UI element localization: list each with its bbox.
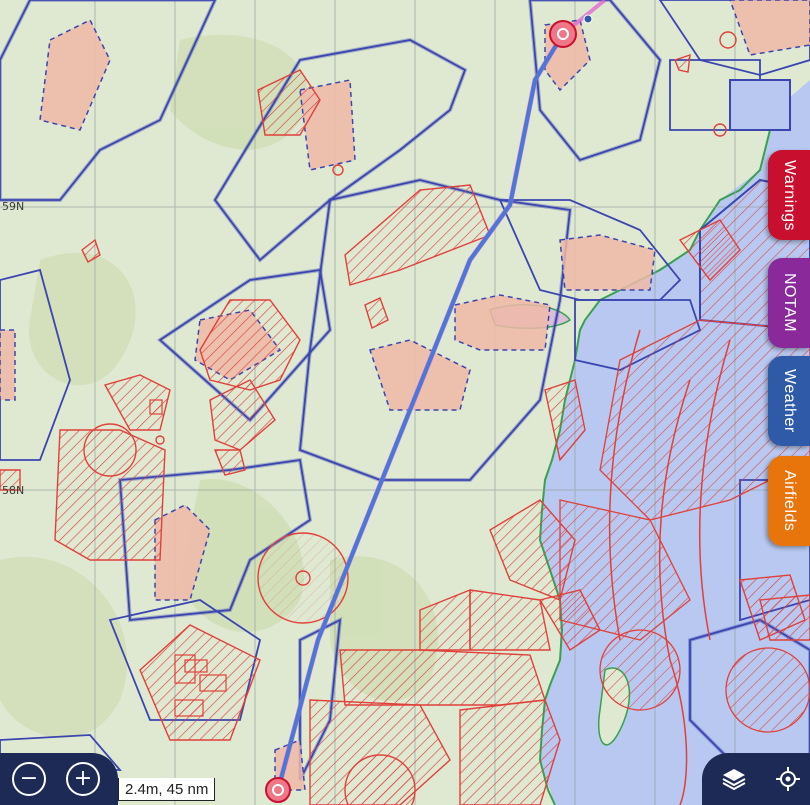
zoom-out-button[interactable]: − — [12, 762, 46, 796]
map-canvas[interactable] — [0, 0, 810, 805]
plus-circle-icon: + — [73, 766, 93, 791]
scale-label: 2.4m, 45 nm — [125, 780, 209, 798]
tab-airfields[interactable]: Airfields — [768, 456, 810, 546]
locate-button[interactable] — [770, 761, 806, 797]
tab-weather-label: Weather — [781, 369, 798, 433]
map-scale: 2.4m, 45 nm — [118, 778, 216, 801]
harbour-zone — [729, 79, 791, 131]
latitude-label-58n: 58N — [2, 484, 25, 497]
tab-notam-label: NOTAM — [781, 273, 798, 333]
zoom-in-button[interactable]: + — [66, 762, 100, 796]
zoom-control-bar: − + — [0, 753, 118, 805]
layers-icon — [722, 769, 746, 791]
tab-notam[interactable]: NOTAM — [768, 258, 810, 348]
latitude-label-59n: 59N — [2, 200, 25, 213]
departure-airport-marker[interactable] — [265, 777, 291, 803]
map-tools-bar — [702, 753, 810, 805]
tab-warnings-label: Warnings — [781, 159, 798, 231]
tab-airfields-label: Airfields — [781, 470, 798, 532]
crosshair-icon — [776, 767, 800, 791]
minus-circle-icon: − — [19, 766, 39, 791]
tab-weather[interactable]: Weather — [768, 356, 810, 446]
layers-button[interactable] — [716, 761, 752, 797]
tab-warnings[interactable]: Warnings — [768, 150, 810, 240]
